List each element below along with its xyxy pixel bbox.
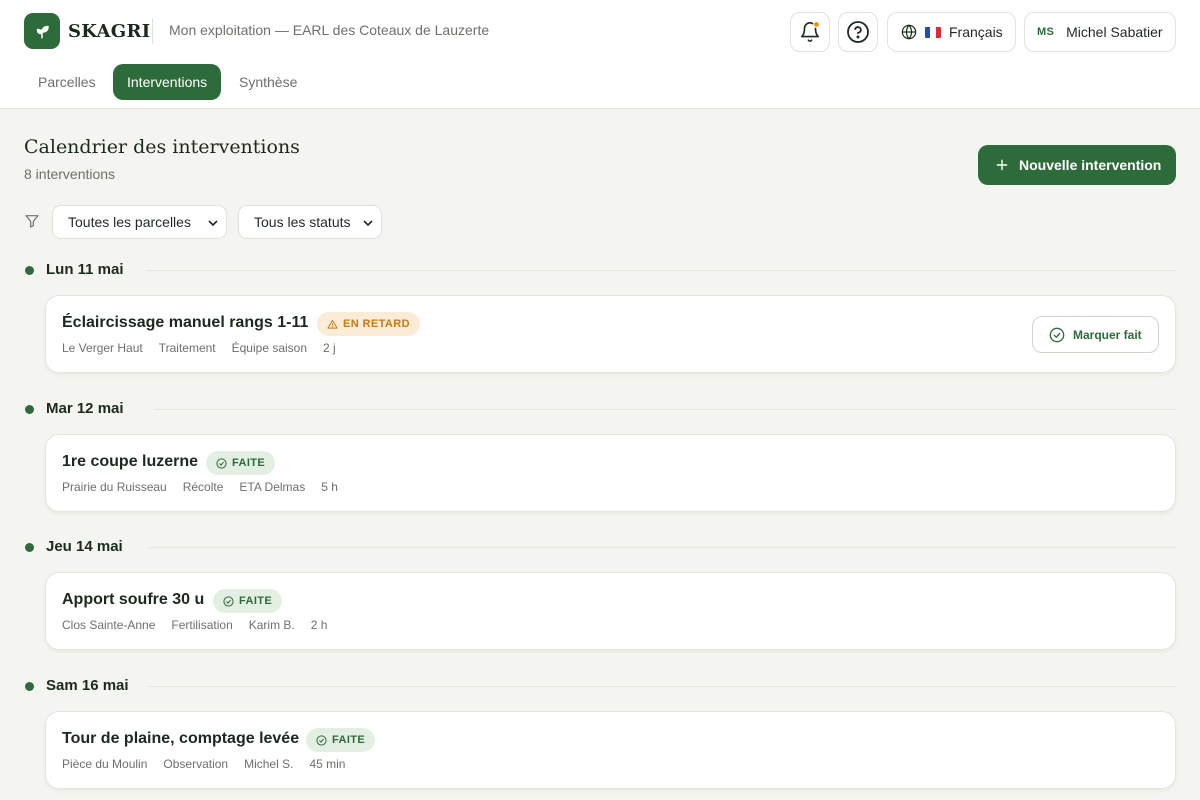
assignee: ETA Delmas	[239, 480, 306, 494]
mark-done-label: Marquer fait	[1073, 327, 1142, 342]
status-label: FAITE	[239, 595, 273, 607]
intervention-meta: Le Verger Haut Traitement Équipe saison …	[62, 341, 336, 355]
status-filter-value: Tous les statuts	[254, 214, 351, 230]
intervention-type: Récolte	[182, 480, 224, 494]
day-label: Mar 12 mai	[46, 400, 124, 417]
intervention-type: Observation	[163, 757, 229, 771]
notification-dot	[813, 21, 820, 28]
farm-name: Mon exploitation — EARL des Coteaux de L…	[169, 22, 490, 38]
duration: 5 h	[321, 480, 338, 494]
intervention-card[interactable]: Éclaircissage manuel rangs 1-11 EN RETAR…	[45, 295, 1176, 373]
tab-label: Parcelles	[38, 74, 96, 90]
day-label: Jeu 14 mai	[46, 538, 123, 555]
header-divider	[152, 18, 153, 44]
new-intervention-button[interactable]: Nouvelle intervention	[978, 145, 1176, 185]
notifications-button[interactable]	[790, 12, 830, 52]
duration: 45 min	[309, 757, 346, 771]
parcel-name: Le Verger Haut	[62, 341, 143, 355]
globe-icon	[901, 24, 917, 40]
user-name: Michel Sabatier	[1066, 24, 1163, 40]
timeline-dot	[25, 405, 34, 414]
page-title: Calendrier des interventions	[24, 136, 300, 158]
chevron-down-icon	[208, 220, 218, 227]
plus-icon	[996, 159, 1008, 171]
day-divider	[146, 270, 1176, 271]
day-divider	[149, 547, 1176, 548]
timeline-dot	[25, 543, 34, 552]
chevron-down-icon	[363, 220, 373, 227]
tab-interventions[interactable]: Interventions	[113, 64, 222, 100]
duration: 2 j	[323, 341, 336, 355]
intervention-title: 1re coupe luzerne	[62, 453, 199, 470]
day-divider	[148, 686, 1176, 687]
status-badge: FAITE	[213, 589, 283, 613]
intervention-card[interactable]: Tour de plaine, comptage levée FAITE Piè…	[45, 711, 1176, 789]
filter-icon	[25, 215, 39, 228]
status-badge: FAITE	[206, 451, 276, 475]
status-filter-select[interactable]: Tous les statuts	[238, 205, 382, 239]
language-label: Français	[949, 24, 1003, 40]
day-divider	[154, 409, 1176, 410]
tab-parcelles[interactable]: Parcelles	[24, 64, 110, 100]
intervention-card[interactable]: Apport soufre 30 u FAITE Clos Sainte-Ann…	[45, 572, 1176, 650]
timeline-dot	[25, 682, 34, 691]
status-label: EN RETARD	[343, 318, 410, 330]
parcel-name: Pièce du Moulin	[62, 757, 148, 771]
brand-name: SKAGRI	[68, 21, 151, 42]
status-label: FAITE	[232, 457, 266, 469]
status-label: FAITE	[332, 734, 366, 746]
avatar: MS	[1037, 26, 1055, 38]
user-menu[interactable]: MS Michel Sabatier	[1024, 12, 1176, 52]
status-badge: EN RETARD	[317, 312, 420, 336]
new-intervention-label: Nouvelle intervention	[1019, 157, 1162, 173]
top-header: SKAGRI Mon exploitation — EARL des Cotea…	[0, 0, 1200, 109]
intervention-card[interactable]: 1re coupe luzerne FAITE Prairie du Ruiss…	[45, 434, 1176, 512]
help-icon	[847, 21, 869, 43]
day-header: Lun 11 mai	[24, 260, 1176, 280]
intervention-meta: Prairie du Ruisseau Récolte ETA Delmas 5…	[62, 480, 338, 494]
intervention-title: Apport soufre 30 u	[62, 591, 205, 608]
check-circle-icon	[316, 734, 327, 746]
parcel-name: Clos Sainte-Anne	[62, 618, 156, 632]
help-button[interactable]	[838, 12, 878, 52]
assignee: Karim B.	[248, 618, 295, 632]
french-flag-icon	[925, 26, 941, 38]
parcel-filter-select[interactable]: Toutes les parcelles	[52, 205, 227, 239]
intervention-type: Traitement	[158, 341, 216, 355]
check-circle-icon	[1049, 327, 1065, 342]
intervention-meta: Clos Sainte-Anne Fertilisation Karim B. …	[62, 618, 327, 632]
tab-label: Synthèse	[239, 74, 298, 90]
assignee: Michel S.	[244, 757, 294, 771]
mark-done-button[interactable]: Marquer fait	[1032, 316, 1159, 353]
check-circle-icon	[223, 595, 234, 607]
assignee: Équipe saison	[231, 341, 308, 355]
sprout-icon	[36, 25, 49, 39]
parcel-name: Prairie du Ruisseau	[62, 480, 167, 494]
day-header: Sam 16 mai	[24, 676, 1176, 696]
day-label: Sam 16 mai	[46, 677, 129, 694]
day-header: Mar 12 mai	[24, 399, 1176, 419]
day-label: Lun 11 mai	[46, 261, 124, 278]
intervention-type: Fertilisation	[171, 618, 233, 632]
logo[interactable]	[24, 13, 60, 49]
intervention-meta: Pièce du Moulin Observation Michel S. 45…	[62, 757, 345, 771]
timeline-dot	[25, 266, 34, 275]
check-circle-icon	[216, 457, 227, 469]
status-badge: FAITE	[306, 728, 376, 752]
day-header: Jeu 14 mai	[24, 537, 1176, 557]
intervention-title: Tour de plaine, comptage levée	[62, 730, 300, 747]
language-selector[interactable]: Français	[887, 12, 1016, 52]
tab-synthese[interactable]: Synthèse	[225, 64, 311, 100]
intervention-title: Éclaircissage manuel rangs 1-11	[62, 314, 309, 331]
parcel-filter-value: Toutes les parcelles	[68, 214, 191, 230]
intervention-count: 8 interventions	[24, 166, 116, 182]
duration: 2 h	[310, 618, 328, 632]
warning-icon	[327, 319, 338, 329]
tab-label: Interventions	[127, 74, 208, 90]
